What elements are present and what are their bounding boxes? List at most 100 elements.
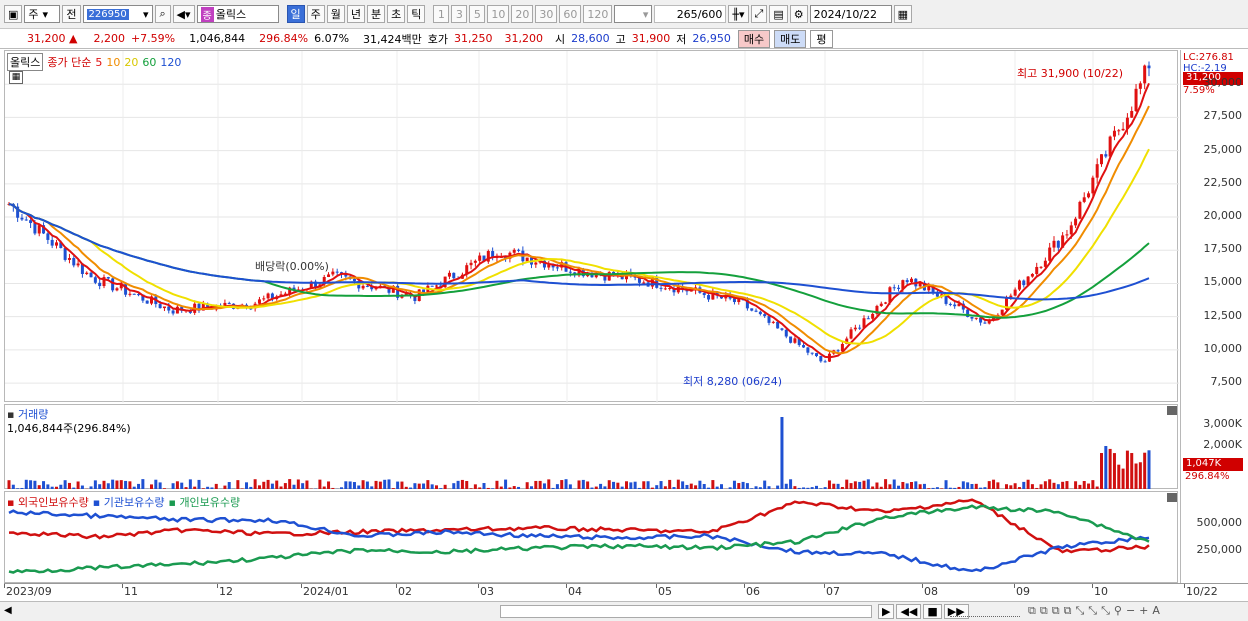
volume-bar [59, 484, 63, 489]
chart-area[interactable]: 올릭스 종가 단순 5 10 20 60 120 ▦ 최고 31,900 (10… [0, 50, 1248, 621]
chart-scrollbar[interactable]: ◀ ▶ ◀◀ ■ ▶▶ ⧉ ⧉ ⧉ ⧉ ⤡ ⤡ ⤡ ⚲ − + A [0, 601, 1248, 621]
count-field[interactable]: 265/600 [654, 5, 727, 23]
draw-icon[interactable]: ⤡ [1101, 604, 1110, 618]
volume-bar [732, 480, 736, 489]
period-month[interactable]: 월 [326, 5, 345, 23]
volume-bar [413, 483, 417, 489]
scroll-right-icon[interactable]: ▶ [878, 604, 895, 619]
price-pane[interactable]: 올릭스 종가 단순 5 10 20 60 120 ▦ 최고 31,900 (10… [4, 50, 1179, 403]
volume-bar [1056, 484, 1060, 489]
volume-bar [754, 486, 758, 489]
candle-body [98, 282, 102, 287]
save-icon[interactable]: ▤ [769, 5, 788, 23]
candle-body [63, 248, 67, 260]
interval-10[interactable]: 10 [487, 5, 510, 23]
volume-pane[interactable]: ▪ 거래량 1,046,844주(296.84%) [4, 404, 1178, 489]
volume-bar [927, 488, 931, 489]
candle-body [1117, 130, 1121, 132]
volume-bar [789, 479, 793, 489]
period-minute[interactable]: 분 [367, 5, 386, 23]
volume-bar [530, 486, 533, 489]
interval-30[interactable]: 30 [535, 5, 558, 23]
holdings-pane[interactable]: ▪ 외국인보유수량 ▪ 기관보유수량 ▪ 개인보유수량 [4, 491, 1178, 583]
close-icon[interactable] [1167, 406, 1177, 415]
volume-bar [884, 479, 888, 489]
vol-tick: 3,000K [1203, 417, 1242, 430]
period-tick[interactable]: 틱 [407, 5, 426, 23]
period-year[interactable]: 년 [346, 5, 366, 23]
volume-bar [625, 481, 628, 489]
prev-button[interactable]: 전 [62, 5, 81, 23]
candle-body [871, 313, 875, 319]
interval-3[interactable]: 3 [451, 5, 468, 23]
font-icon[interactable]: A [1152, 604, 1160, 618]
calendar-icon[interactable]: ▦ [893, 5, 913, 23]
draw-icon[interactable]: ⤡ [1088, 604, 1097, 618]
layout-icon[interactable]: ⧉ [1040, 604, 1048, 618]
scroll-left-icon[interactable]: ◀ [4, 605, 12, 616]
layout-icon[interactable]: ⧉ [1052, 604, 1060, 618]
volume-bar [577, 480, 581, 489]
speaker-icon[interactable]: ◀▾ [172, 5, 195, 23]
interval-20[interactable]: 20 [511, 5, 534, 23]
search-icon[interactable]: ⌕ [154, 5, 171, 23]
period-week[interactable]: 주 [306, 5, 325, 23]
grid-icon[interactable]: ▦ [9, 71, 23, 84]
period-second[interactable]: 초 [387, 5, 406, 23]
candle-body [970, 316, 974, 319]
volume-bar [633, 481, 637, 489]
candle-body [815, 353, 818, 357]
candle-body [1035, 266, 1039, 274]
volume-bar [737, 483, 741, 489]
interval-5[interactable]: 5 [469, 5, 486, 23]
layout-icon[interactable]: ⧉ [1064, 604, 1072, 618]
zoom-out-icon[interactable]: − [1126, 604, 1135, 618]
candle-body [478, 255, 482, 261]
candle-body [1017, 280, 1021, 290]
volume-bar [871, 486, 875, 489]
candle-body [1130, 110, 1134, 118]
eval-button[interactable]: 평 [810, 29, 833, 48]
scroll-thumb[interactable] [500, 605, 872, 618]
interval-120[interactable]: 120 [583, 5, 613, 23]
speed-slider[interactable] [950, 605, 1020, 617]
volume-bar [862, 480, 866, 489]
candle-body [1100, 154, 1103, 165]
rewind-icon[interactable]: ◀◀ [896, 604, 922, 619]
draw-tool-icon[interactable]: ⤢ [750, 5, 768, 23]
buy-button[interactable]: 매수 [737, 29, 771, 48]
volume-bar [452, 483, 456, 489]
draw-icon[interactable]: ⤡ [1075, 604, 1084, 618]
volume-bar [1082, 481, 1086, 489]
mode-select[interactable]: 주 ▾ [24, 5, 61, 23]
stock-name-field[interactable]: 종 올릭스 [196, 5, 279, 23]
interval-60[interactable]: 60 [559, 5, 582, 23]
interval-1[interactable]: 1 [433, 5, 450, 23]
volume-bar [154, 479, 158, 489]
x-tick: 09 [1016, 585, 1030, 598]
volume-bar [568, 484, 572, 489]
zoom-icon[interactable]: ⚲ [1114, 604, 1122, 618]
holding-line-2 [8, 504, 1150, 574]
volume-bar [715, 486, 719, 489]
window-icon[interactable]: ▣ [4, 5, 23, 23]
sell-button[interactable]: 매도 [774, 29, 807, 48]
candle-body [1022, 280, 1026, 286]
volume-bar [953, 487, 957, 489]
period-day[interactable]: 일 [286, 5, 305, 23]
custom-interval-select[interactable]: ▾ [614, 5, 653, 23]
date-field[interactable]: 2024/10/22 [809, 5, 892, 23]
close-icon[interactable] [1167, 493, 1177, 502]
price-tick: 15,000 [1203, 275, 1243, 289]
layout-icon[interactable]: ⧉ [1028, 604, 1036, 618]
candle-body [1078, 201, 1082, 219]
zoom-in-icon[interactable]: + [1139, 604, 1148, 618]
stock-name-tag[interactable]: 올릭스 [7, 53, 44, 71]
volume-bar [93, 480, 97, 489]
stop-icon[interactable]: ■ [923, 604, 942, 619]
volume-bar [892, 479, 896, 489]
code-input[interactable]: 226950 ▾ [82, 5, 153, 23]
gear-icon[interactable]: ⚙ [789, 5, 808, 23]
volume-bar [430, 484, 434, 489]
candle-icon[interactable]: ╫▾ [728, 5, 749, 23]
